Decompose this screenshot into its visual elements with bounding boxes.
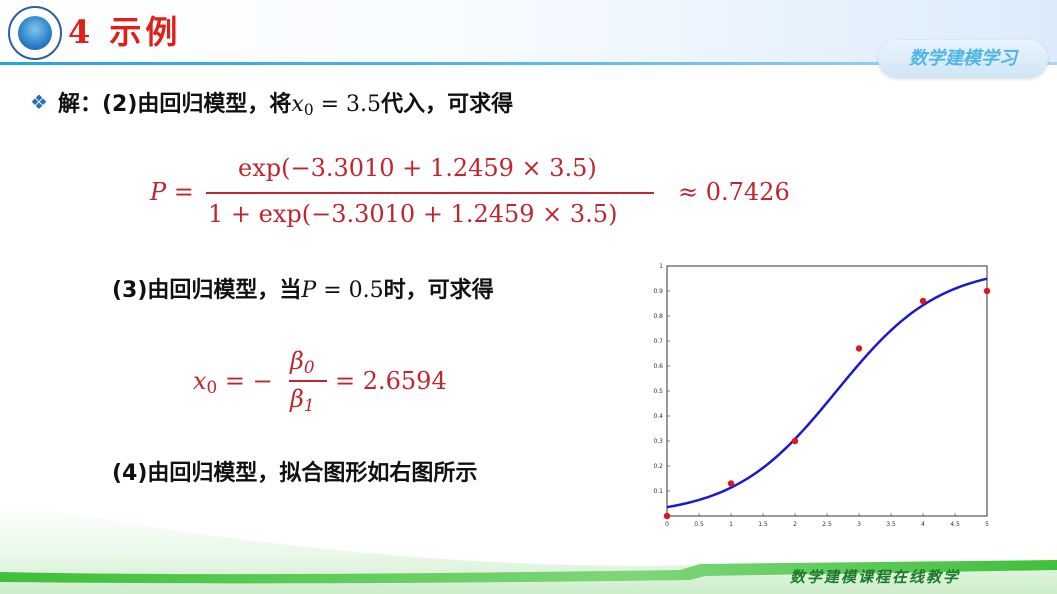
beta1-sub: 1 xyxy=(303,395,315,416)
x0-var: x xyxy=(193,367,207,395)
beta1-var: β xyxy=(290,385,304,413)
section-title: 4 示例 xyxy=(68,13,182,51)
line1-value: = 3.5 xyxy=(313,92,382,117)
footer-course-text: 数学建模课程在线教学 xyxy=(790,568,961,586)
fraction-bar xyxy=(206,192,654,194)
formula-p-lhs: P = xyxy=(150,178,194,206)
line3-value: = 0.5 xyxy=(316,278,384,303)
logo-emblem xyxy=(18,16,52,50)
formula-p-denominator: 1 + exp(−3.3010 + 1.2459 × 3.5) xyxy=(208,200,618,228)
line1-suffix: 代入，可求得 xyxy=(381,92,514,117)
y-tick-label: 0.4 xyxy=(653,413,663,420)
y-tick-label: 0.6 xyxy=(653,363,663,370)
formula-x0-lhs: x0 = − xyxy=(193,367,273,397)
line1-var: x xyxy=(291,92,304,117)
solution-line-2: 解：(2)由回归模型，将x0 = 3.5代入，可求得 xyxy=(58,86,513,119)
y-tick-label: 0.7 xyxy=(653,338,663,345)
y-tick-label: 0.3 xyxy=(653,438,663,445)
data-point xyxy=(919,297,927,305)
formula-p-result: ≈ 0.7426 xyxy=(678,178,790,206)
beta0-sub: 0 xyxy=(303,357,315,378)
line3-suffix: 时，可求得 xyxy=(383,278,494,303)
line1-prefix: 解：(2)由回归模型，将 xyxy=(58,92,292,117)
data-point xyxy=(983,287,991,295)
x0-eq: = − xyxy=(217,367,273,395)
y-tick-label: 0.2 xyxy=(653,463,663,470)
line3-var: P xyxy=(301,278,317,303)
formula-p-numerator: exp(−3.3010 + 1.2459 × 3.5) xyxy=(238,154,597,182)
line3-prefix: (3)由回归模型，当 xyxy=(112,278,302,303)
diamond-bullet-icon: ❖ xyxy=(30,90,48,114)
data-point xyxy=(791,437,799,445)
university-logo xyxy=(8,6,62,60)
fraction-bar xyxy=(289,380,327,382)
data-point xyxy=(855,345,863,352)
beta0-var: β xyxy=(290,347,304,375)
solution-line-3: (3)由回归模型，当P = 0.5时，可求得 xyxy=(112,272,494,304)
beta1-denominator: β1 xyxy=(290,385,315,415)
course-badge: 数学建模学习 xyxy=(878,40,1048,78)
beta0-numerator: β0 xyxy=(290,347,315,377)
y-tick-label: 0.8 xyxy=(653,313,663,320)
y-tick-label: 1 xyxy=(659,263,663,270)
formula-x0-rhs: = 2.6594 xyxy=(335,367,447,395)
y-tick-label: 0.9 xyxy=(653,288,663,295)
y-tick-label: 0.5 xyxy=(653,388,663,395)
line1-sub: 0 xyxy=(303,100,314,119)
x0-sub: 0 xyxy=(206,377,218,398)
plot-area xyxy=(666,265,988,517)
